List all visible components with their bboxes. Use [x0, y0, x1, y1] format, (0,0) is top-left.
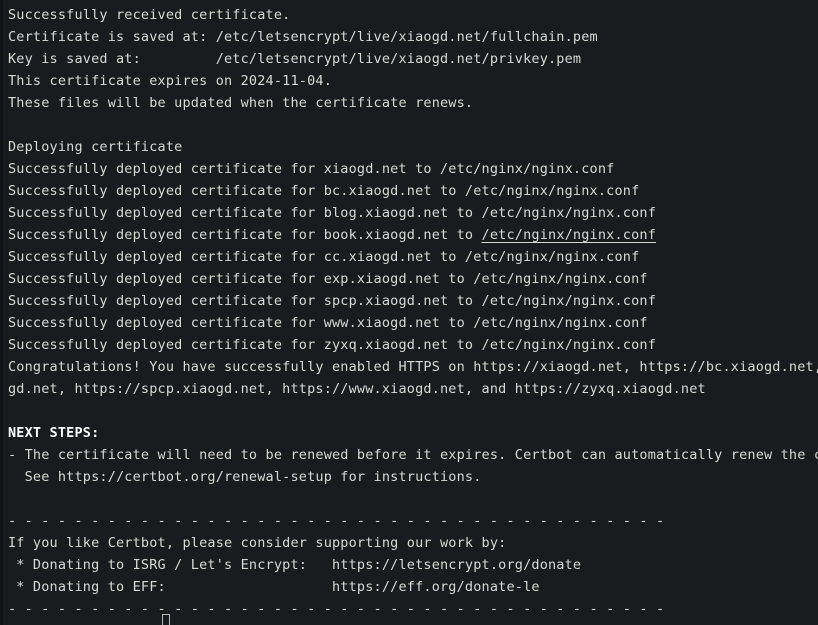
terminal-line-text: Successfully deployed certificate for bo…: [8, 227, 482, 243]
terminal-line: This certificate expires on 2024-11-04.: [8, 73, 332, 89]
terminal-line-donate-eff: * Donating to EFF: https://eff.org/donat…: [8, 579, 540, 595]
terminal-line: Successfully deployed certificate for cc…: [8, 249, 640, 265]
terminal-line-support-prompt: If you like Certbot, please consider sup…: [8, 535, 507, 551]
terminal-line: Successfully deployed certificate for sp…: [8, 293, 656, 309]
terminal-line: Successfully received certificate.: [8, 7, 291, 23]
terminal-screen[interactable]: Successfully received certificate. Certi…: [0, 4, 818, 620]
terminal-line-renewal-note: - The certificate will need to be renewe…: [8, 447, 818, 463]
terminal-line-deploying-certificate: Deploying certificate: [8, 139, 183, 155]
terminal-line: Successfully deployed certificate for ww…: [8, 315, 648, 331]
terminal-line: Successfully deployed certificate for zy…: [8, 337, 656, 353]
terminal-line: These files will be updated when the cer…: [8, 95, 474, 111]
terminal-separator-top: - - - - - - - - - - - - - - - - - - - - …: [8, 513, 665, 529]
terminal-line: Key is saved at: /etc/letsencrypt/live/x…: [8, 51, 582, 67]
terminal-line: Successfully deployed certificate for bo…: [8, 224, 818, 246]
terminal-line: Successfully deployed certificate for ex…: [8, 271, 648, 287]
terminal-line-renewal-docs: See https://certbot.org/renewal-setup fo…: [8, 469, 482, 485]
terminal-window[interactable]: Successfully received certificate. Certi…: [0, 0, 818, 625]
terminal-line-congratulations: Congratulations! You have successfully e…: [8, 359, 818, 375]
nginx-conf-path-link[interactable]: /etc/nginx/nginx.conf: [482, 227, 656, 243]
terminal-line: Successfully deployed certificate for xi…: [8, 161, 615, 177]
terminal-separator-bottom: - - - - - - - - - - - - - - - - - - - - …: [8, 601, 665, 617]
terminal-line: Successfully deployed certificate for bl…: [8, 205, 656, 221]
terminal-line: Certificate is saved at: /etc/letsencryp…: [8, 29, 598, 45]
terminal-heading-next-steps: NEXT STEPS:: [8, 425, 100, 441]
terminal-line-donate-isrg: * Donating to ISRG / Let's Encrypt: http…: [8, 557, 582, 573]
terminal-line-congratulations-wrap: gd.net, https://spcp.xiaogd.net, https:/…: [8, 381, 706, 397]
terminal-line: Successfully deployed certificate for bc…: [8, 183, 640, 199]
terminal-cursor: [162, 614, 170, 625]
